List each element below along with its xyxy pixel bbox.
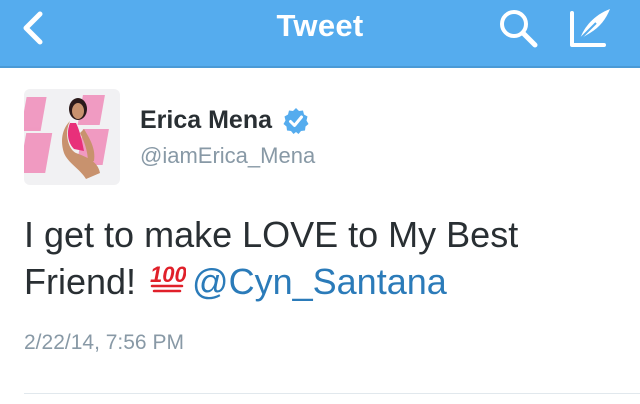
divider bbox=[24, 393, 640, 394]
compose-button[interactable] bbox=[566, 5, 616, 51]
author-name-row: Erica Mena bbox=[140, 106, 310, 135]
verified-badge-icon bbox=[283, 107, 309, 134]
mention-link[interactable]: @Cyn_Santana bbox=[192, 261, 447, 302]
author-display-name[interactable]: Erica Mena bbox=[140, 106, 272, 135]
page-title: Tweet bbox=[276, 8, 364, 43]
tweet-timestamp: 2/22/14, 7:56 PM bbox=[24, 331, 184, 354]
compose-icon bbox=[570, 9, 610, 47]
chevron-left-icon bbox=[23, 11, 43, 45]
search-icon bbox=[500, 10, 538, 48]
tweet-text: I get to make LOVE to My Best Friend! 10… bbox=[24, 211, 624, 305]
svg-text:100: 100 bbox=[150, 262, 186, 287]
avatar-image bbox=[24, 89, 120, 185]
navigation-bar: Tweet bbox=[0, 0, 640, 68]
hundred-points-icon: 100 bbox=[150, 262, 186, 293]
search-button[interactable] bbox=[496, 6, 540, 50]
back-button[interactable] bbox=[18, 10, 48, 46]
avatar[interactable] bbox=[24, 89, 120, 185]
author-handle[interactable]: @iamErica_Mena bbox=[140, 143, 315, 169]
